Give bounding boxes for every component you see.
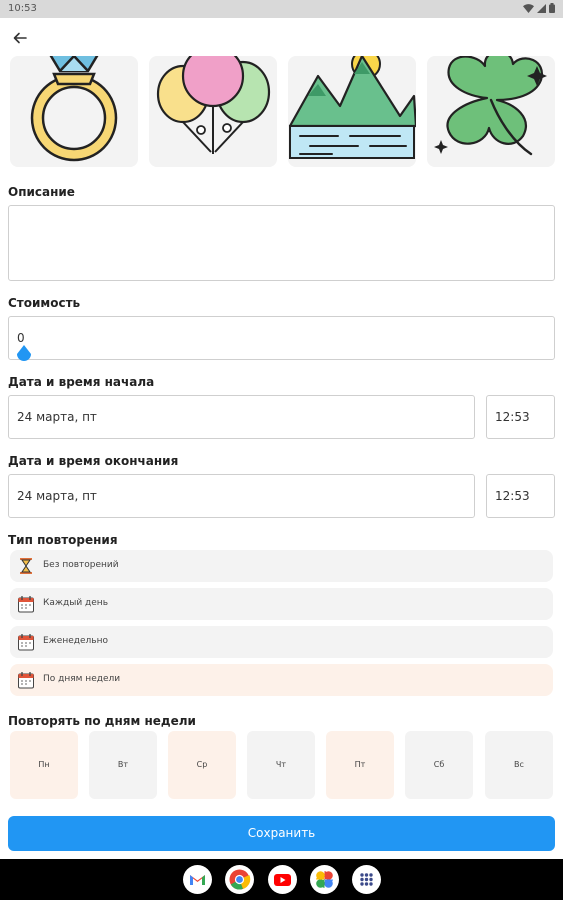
gmail-icon[interactable] [183,865,212,894]
status-bar: 10:53 [0,0,563,18]
back-button[interactable] [10,28,30,48]
cost-value: 0 [17,331,25,345]
day-label: Вт [117,760,129,769]
end-time-value: 12:53 [495,489,530,503]
start-time-value: 12:53 [495,410,530,424]
image-picker [0,56,563,170]
save-button-label: Сохранить [247,826,316,840]
save-button[interactable]: Сохранить [8,816,555,851]
day-sat[interactable]: Сб [405,731,473,799]
end-date-value: 24 марта, пт [17,489,97,503]
repeat-option-label: Без повторений [43,560,119,570]
end-label: Дата и время окончания [8,454,179,468]
day-sun[interactable]: Вс [485,731,553,799]
image-option-ring[interactable] [10,56,138,167]
repeat-option-label: По дням недели [43,674,121,684]
clover-icon [434,56,547,156]
arrow-left-icon [13,32,27,44]
cost-input[interactable]: 0 [8,316,555,360]
description-label: Описание [8,185,75,199]
repeat-option-none[interactable]: Без повторений [10,550,553,582]
photos-icon[interactable] [310,865,339,894]
wifi-icon [523,3,534,13]
repeat-option-weekdays[interactable]: По дням недели [10,664,553,696]
description-input[interactable] [8,205,555,281]
end-time-field[interactable]: 12:53 [486,474,555,518]
day-tue[interactable]: Вт [89,731,157,799]
ring-icon [30,56,118,162]
cost-label: Стоимость [8,296,81,310]
repeat-option-label: Еженедельно [43,636,108,646]
day-label: Пн [38,760,50,769]
day-wed[interactable]: Ср [168,731,236,799]
text-cursor-handle[interactable] [17,345,31,363]
day-label: Сб [433,760,445,769]
calendar-icon [17,633,35,651]
repeat-option-weekly[interactable]: Еженедельно [10,626,553,658]
balloons-icon [156,56,271,154]
weekdays-label: Повторять по дням недели [8,714,196,728]
signal-icon [537,3,546,13]
start-label: Дата и время начала [8,375,155,389]
youtube-icon[interactable] [268,865,297,894]
day-label: Ср [196,760,208,769]
image-option-clover[interactable] [427,56,555,167]
battery-icon [549,3,555,13]
day-label: Вс [514,760,524,769]
repeat-option-label: Каждый день [43,598,108,608]
start-date-value: 24 марта, пт [17,410,97,424]
start-date-field[interactable]: 24 марта, пт [8,395,475,439]
day-label: Чт [275,760,287,769]
chrome-icon[interactable] [225,865,254,894]
start-time-field[interactable]: 12:53 [486,395,555,439]
end-date-field[interactable]: 24 марта, пт [8,474,475,518]
repeat-type-label: Тип повторения [8,533,118,547]
day-fri[interactable]: Пт [326,731,394,799]
calendar-icon [17,595,35,613]
image-option-mountains[interactable] [288,56,416,167]
image-option-balloons[interactable] [149,56,277,167]
day-thu[interactable]: Чт [247,731,315,799]
app-dock [0,859,563,900]
mountain-lake-icon [288,56,416,159]
calendar-icon [17,671,35,689]
app-drawer-icon[interactable] [352,865,381,894]
day-mon[interactable]: Пн [10,731,78,799]
day-label: Пт [354,760,366,769]
hourglass-icon [17,557,35,575]
repeat-option-daily[interactable]: Каждый день [10,588,553,620]
status-time: 10:53 [8,3,37,14]
